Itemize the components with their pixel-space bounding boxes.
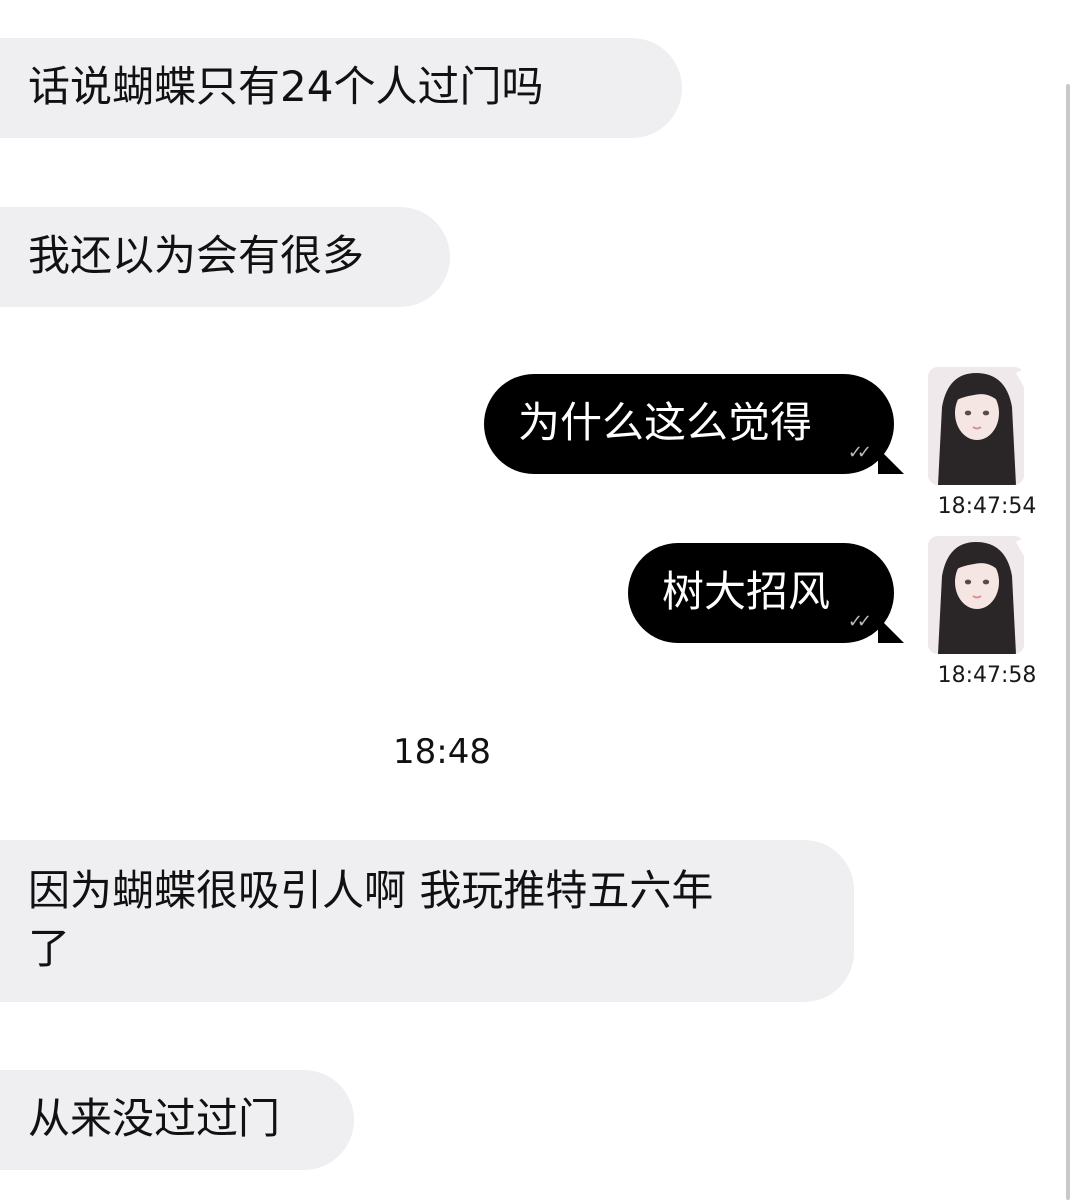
read-receipt-icon: ✓✓ [847,442,872,463]
message-text: 我还以为会有很多 [28,231,365,280]
message-text-line: 了 [28,924,71,973]
message-timestamp: 18:47:58 [937,663,1037,688]
chat-thread: 话说蝴蝶只有24个人过门吗 我还以为会有很多 为什么这么觉得 ✓✓ 18:47:… [0,0,1082,1200]
incoming-message-bubble[interactable]: 我还以为会有很多 [0,207,450,307]
message-text: 树大招风 [662,567,831,616]
avatar[interactable] [928,367,1024,485]
message-text: 从来没过过门 [28,1094,281,1143]
message-text: 为什么这么觉得 [518,398,813,447]
outgoing-message-bubble[interactable]: 树大招风 ✓✓ [628,543,894,643]
incoming-message-bubble[interactable]: 因为蝴蝶很吸引人啊 我玩推特五六年 了 [0,840,854,1002]
time-divider: 18:48 [393,732,491,772]
avatar[interactable] [928,536,1024,654]
read-receipt-icon: ✓✓ [847,611,872,632]
scrollbar[interactable] [1066,84,1070,1200]
message-text: 话说蝴蝶只有24个人过门吗 [28,62,544,111]
incoming-message-bubble[interactable]: 从来没过过门 [0,1070,354,1170]
avatar-image [928,367,1024,485]
avatar-image [928,536,1024,654]
outgoing-message-bubble[interactable]: 为什么这么觉得 ✓✓ [484,374,894,474]
message-text-line: 因为蝴蝶很吸引人啊 我玩推特五六年 [28,866,714,915]
incoming-message-bubble[interactable]: 话说蝴蝶只有24个人过门吗 [0,38,682,138]
message-timestamp: 18:47:54 [937,494,1037,519]
